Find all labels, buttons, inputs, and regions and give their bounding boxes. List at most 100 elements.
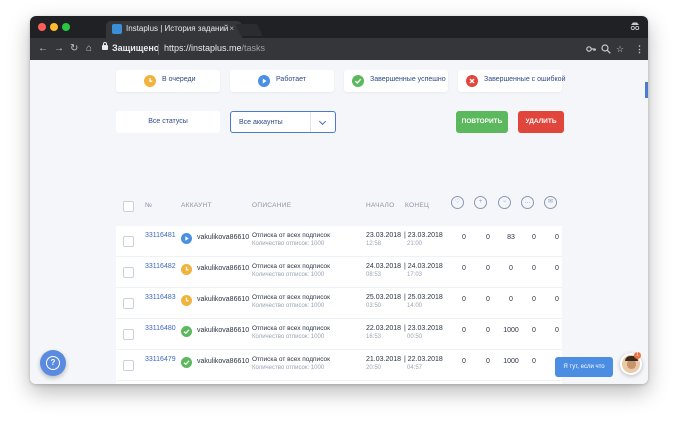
cross-icon [466, 75, 478, 87]
minimize-window-button[interactable] [50, 23, 58, 31]
account-select[interactable]: Все аккаунты [230, 111, 336, 133]
end-time: 14:00 [407, 303, 423, 309]
row-checkbox[interactable] [123, 360, 134, 371]
end-time: 21:00 [407, 241, 423, 247]
account-name: vakulikova86610 [197, 234, 250, 241]
count-value: 0 [462, 327, 466, 334]
home-icon[interactable]: ⌂ [86, 43, 92, 55]
new-tab-button[interactable] [235, 24, 263, 36]
check-icon [181, 357, 192, 368]
start-time: 08:53 [366, 272, 382, 278]
count-value: 1000 [503, 358, 519, 365]
col-header-end[interactable]: КОНЕЦ [405, 202, 429, 209]
task-description: Отписка от всех подписок [252, 232, 330, 239]
reload-icon[interactable]: ↻ [70, 43, 78, 55]
repeat-button[interactable]: ПОВТОРИТЬ [456, 111, 508, 133]
url-field[interactable]: https://instaplus.me/tasks [164, 43, 265, 53]
address-bar: ← → ↻ ⌂ Защищено https://instaplus.me/ta… [30, 38, 648, 60]
forward-arrow-icon[interactable]: → [54, 43, 64, 55]
col-header-account[interactable]: АККАУНТ [181, 202, 212, 209]
zoom-icon[interactable] [601, 44, 611, 54]
col-header-start[interactable]: НАЧАЛО [366, 202, 394, 209]
delete-button[interactable]: УДАЛИТЬ [518, 111, 564, 133]
filter-pill-label: Работает [276, 76, 306, 83]
select-all-checkbox[interactable] [123, 201, 134, 212]
clock-icon [181, 264, 192, 275]
task-id-link[interactable]: 33116480 [145, 325, 176, 332]
clock-icon [181, 295, 192, 306]
task-id-link[interactable]: 33116482 [145, 263, 176, 270]
close-window-button[interactable] [38, 23, 46, 31]
scroll-indicator[interactable] [645, 82, 648, 98]
start-time: 12:58 [366, 241, 382, 247]
count-value: 0 [532, 327, 536, 334]
row-checkbox[interactable] [123, 298, 134, 309]
check-icon [352, 75, 364, 87]
count-value: 0 [462, 265, 466, 272]
tasks-page: В очереди Работает Завершенные успешно З… [30, 60, 648, 384]
help-button[interactable]: ? [40, 350, 66, 376]
task-description-sub: Количество отписок: 1000 [252, 272, 325, 278]
start-date: 23.03.2018 [366, 232, 402, 239]
table-row[interactable]: 33116482 vakulikova86610 Отписка от всех п… [116, 257, 562, 288]
maximize-window-button[interactable] [62, 23, 70, 31]
end-date: | 24.03.2018 [404, 263, 443, 270]
tab-close-icon[interactable]: × [229, 24, 234, 33]
count-value: 0 [532, 358, 536, 365]
count-value: 1000 [503, 327, 519, 334]
task-description-sub: Количество отписок: 1000 [252, 241, 325, 247]
filter-pill-error[interactable]: Завершенные с ошибкой [458, 70, 565, 92]
key-icon[interactable] [586, 44, 596, 54]
end-date: | 22.03.2018 [404, 356, 443, 363]
status-select-value: Все статусы [148, 118, 188, 125]
account-name: vakulikova86610 [197, 296, 250, 303]
count-value: 0 [532, 296, 536, 303]
chat-bubble[interactable]: Я тут, если что [555, 357, 613, 377]
task-id-link[interactable]: 33116483 [145, 294, 176, 301]
row-checkbox[interactable] [123, 329, 134, 340]
end-date: | 23.03.2018 [404, 325, 443, 332]
col-header-description[interactable]: ОПИСАНИЕ [252, 202, 291, 209]
filter-pill-running[interactable]: Работает [230, 70, 334, 92]
row-checkbox[interactable] [123, 267, 134, 278]
count-value: 0 [462, 234, 466, 241]
count-value: 0 [555, 265, 559, 272]
account-select-value: Все аккаунты [239, 119, 283, 126]
table-row[interactable]: 33116478vakulikova86610Отписка от всех п… [116, 381, 562, 384]
tab-bar: Instaplus | История заданий × [30, 16, 648, 38]
count-value: 0 [486, 327, 490, 334]
task-description: Отписка от всех подписок [252, 325, 330, 332]
bookmark-star-icon[interactable]: ☆ [616, 43, 624, 55]
table-row[interactable]: 33116479 vakulikova86610 Отписка от всех п… [116, 350, 562, 381]
count-value: 0 [509, 265, 513, 272]
filter-pill-success[interactable]: Завершенные успешно [344, 70, 448, 92]
task-description-sub: Количество отписок: 1000 [252, 334, 325, 340]
start-date: 24.03.2018 [366, 263, 402, 270]
row-checkbox[interactable] [123, 236, 134, 247]
count-value: 0 [555, 327, 559, 334]
browser-window: Instaplus | История заданий × ← → ↻ ⌂ За… [30, 16, 648, 384]
task-id-link[interactable]: 33116479 [145, 356, 176, 363]
count-value: 0 [486, 265, 490, 272]
chat-badge: 1 [634, 352, 641, 359]
filter-pill-queue[interactable]: В очереди [116, 70, 220, 92]
table-row[interactable]: 33116483 vakulikova86610 Отписка от всех п… [116, 288, 562, 319]
status-select[interactable]: Все статусы [116, 111, 220, 133]
start-date: 22.03.2018 [366, 325, 402, 332]
table-row[interactable]: 33116480 vakulikova86610 Отписка от всех п… [116, 319, 562, 350]
browser-tab[interactable]: Instaplus | История заданий × [106, 21, 242, 38]
count-value: 0 [555, 234, 559, 241]
back-arrow-icon[interactable]: ← [38, 43, 48, 55]
task-id-link[interactable]: 33116481 [145, 232, 176, 239]
start-time: 20:50 [366, 365, 382, 371]
col-header-number[interactable]: № [145, 202, 152, 209]
count-value: 0 [486, 358, 490, 365]
secure-label: Защищено [112, 43, 160, 53]
table-row[interactable]: 33116481 vakulikova86610 Отписка от всех п… [116, 226, 562, 257]
browser-menu-icon[interactable]: ⋮ [635, 43, 644, 55]
task-description: Отписка от всех подписок [252, 356, 330, 363]
filter-pill-label: Завершенные успешно [370, 76, 446, 83]
user-remove-icon: − [498, 196, 511, 209]
account-name: vakulikova86610 [197, 327, 250, 334]
start-date: 21.03.2018 [366, 356, 402, 363]
